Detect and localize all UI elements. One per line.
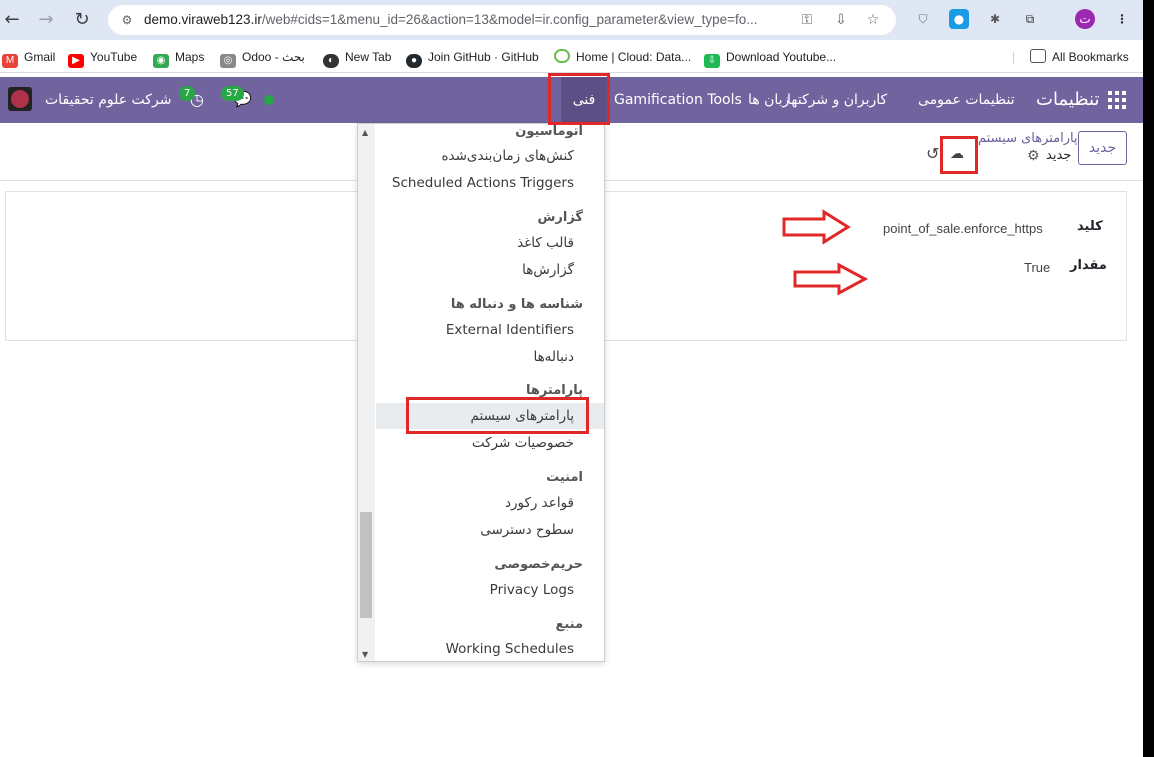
- dropdown-item-scheduled-triggers[interactable]: Scheduled Actions Triggers: [392, 175, 574, 191]
- dropdown-item-access-rights[interactable]: سطوح دسترسی: [480, 522, 574, 538]
- dropdown-header-sequences: شناسه ها و دنباله ها: [450, 297, 583, 312]
- address-bar[interactable]: ⚙ demo.viraweb123.ir/web#cids=1&menu_id=…: [108, 5, 896, 35]
- value-label: مقدار: [1070, 258, 1107, 273]
- dropdown-item-working-schedules[interactable]: Working Schedules: [446, 641, 574, 657]
- annotation-box-system-params: [406, 397, 589, 434]
- dropdown-item-external-identifiers[interactable]: External Identifiers: [446, 322, 574, 338]
- dropdown-scrollbar[interactable]: ▲ ▼: [358, 124, 375, 661]
- dropdown-item-paper-format[interactable]: قالب کاغذ: [517, 235, 574, 251]
- dropdown-header-resource: منبع: [555, 617, 583, 632]
- key-value[interactable]: point_of_sale.enforce_https: [883, 221, 1043, 236]
- github-icon: ●: [406, 54, 422, 68]
- dropdown-header-security: امنیت: [546, 470, 583, 485]
- undo-icon[interactable]: ↺: [926, 144, 939, 163]
- bug-extension-icon[interactable]: ✱: [985, 9, 1005, 29]
- install-icon[interactable]: ⇩: [832, 11, 850, 29]
- menu-gamification-tools[interactable]: Gamification Tools: [614, 77, 742, 123]
- apps-grid-icon[interactable]: [1108, 91, 1126, 109]
- scroll-down-icon[interactable]: ▼: [362, 650, 368, 659]
- dropdown-header-automation: اتوماسیون: [515, 124, 583, 139]
- new-button[interactable]: جدید: [1078, 131, 1127, 165]
- gear-icon[interactable]: ⚙: [1027, 148, 1040, 164]
- gmail-icon: M: [2, 54, 18, 68]
- user-avatar[interactable]: [8, 87, 32, 111]
- online-status-dot: [264, 95, 274, 105]
- cloud-icon: [554, 49, 570, 63]
- annotation-arrow-key: [782, 209, 851, 245]
- extensions-icon[interactable]: ⧉: [1020, 9, 1040, 29]
- star-icon[interactable]: ☆: [864, 11, 882, 29]
- menu-general-settings[interactable]: تنظیمات عمومی: [918, 77, 1015, 123]
- dropdown-item-privacy-logs[interactable]: Privacy Logs: [490, 582, 574, 598]
- dropdown-item-record-rules[interactable]: قواعد رکورد: [505, 495, 574, 511]
- menu-users-companies[interactable]: کاربران و شرکتها: [787, 77, 887, 123]
- annotation-box-technical: [548, 73, 610, 125]
- dropdown-header-reporting: گزارش: [537, 210, 583, 225]
- all-bookmarks[interactable]: All Bookmarks: [1030, 48, 1129, 66]
- annotation-box-save: [940, 136, 978, 174]
- site-info-icon[interactable]: ⚙: [118, 11, 136, 29]
- bookmark-youtube[interactable]: ▶ YouTube: [68, 48, 137, 68]
- globe-icon: ◐: [323, 54, 339, 68]
- bookmarks-bar: M Gmail ▶ YouTube ◉ Maps ◎ Odoo - بحث ◐ New T…: [0, 40, 1143, 73]
- drop-extension-icon[interactable]: ●: [949, 9, 969, 29]
- bookmark-download[interactable]: ⇩ Download Youtube...: [704, 48, 836, 68]
- dropdown-item-scheduled-actions[interactable]: کنش‌های زمان‌بندی‌شده: [441, 148, 574, 164]
- dropdown-item-reports[interactable]: گزارش‌ها: [522, 262, 574, 278]
- odoo-icon: ◎: [220, 54, 236, 68]
- dropdown-header-parameters: پارامترها: [525, 383, 583, 398]
- value-value[interactable]: True: [1024, 260, 1050, 275]
- url-text[interactable]: demo.viraweb123.ir/web#cids=1&menu_id=26…: [144, 12, 758, 27]
- scroll-thumb[interactable]: [360, 512, 372, 618]
- dropdown-header-privacy: حریم‌خصوصی: [494, 557, 583, 572]
- bookmark-new-tab[interactable]: ◐ New Tab: [323, 48, 391, 68]
- download-icon: ⇩: [704, 54, 720, 68]
- dropdown-item-company-properties[interactable]: خصوصیات شرکت: [472, 435, 574, 451]
- screen-edge: [1143, 0, 1154, 757]
- record-name: جدید: [1046, 148, 1072, 163]
- bookmark-odoo[interactable]: ◎ Odoo - بحث: [220, 48, 305, 68]
- annotation-arrow-value: [793, 262, 869, 296]
- dropdown-item-sequences[interactable]: دنباله‌ها: [533, 349, 574, 365]
- browser-toolbar: ← → ↻ ⚙ demo.viraweb123.ir/web#cids=1&me…: [0, 0, 1143, 40]
- menu-icon[interactable]: ⋮: [1112, 9, 1132, 29]
- bookmark-gmail[interactable]: M Gmail: [2, 48, 55, 68]
- bookmark-maps[interactable]: ◉ Maps: [153, 48, 204, 68]
- profile-avatar[interactable]: ت: [1075, 9, 1095, 29]
- reload-icon[interactable]: ↻: [70, 8, 94, 32]
- key-label: کلید: [1077, 219, 1103, 234]
- bookmark-github[interactable]: ● Join GitHub · GitHub: [406, 48, 539, 68]
- breadcrumb[interactable]: پارامترهای سیستم: [978, 131, 1078, 146]
- maps-icon: ◉: [153, 54, 169, 68]
- youtube-icon: ▶: [68, 54, 84, 68]
- bookmarks-divider: |: [1012, 50, 1016, 64]
- shield-extension-icon[interactable]: ⛉: [913, 9, 933, 29]
- technical-dropdown-menu: ▲ ▼ اتوماسیون کنش‌های زمان‌بندی‌شده Sche…: [357, 123, 605, 662]
- key-icon[interactable]: ⚿: [798, 11, 816, 29]
- back-icon[interactable]: ←: [0, 8, 24, 32]
- bookmark-cloud[interactable]: Home | Cloud: Data...: [554, 48, 691, 66]
- folder-icon: [1030, 49, 1046, 63]
- message-badge: 57: [221, 86, 244, 101]
- menu-languages[interactable]: زبان ها: [748, 77, 789, 123]
- company-name[interactable]: شرکت علوم تحقیقات: [45, 77, 171, 123]
- forward-icon[interactable]: →: [34, 8, 58, 32]
- scroll-up-icon[interactable]: ▲: [362, 128, 368, 137]
- app-title[interactable]: تنظیمات: [1036, 77, 1099, 123]
